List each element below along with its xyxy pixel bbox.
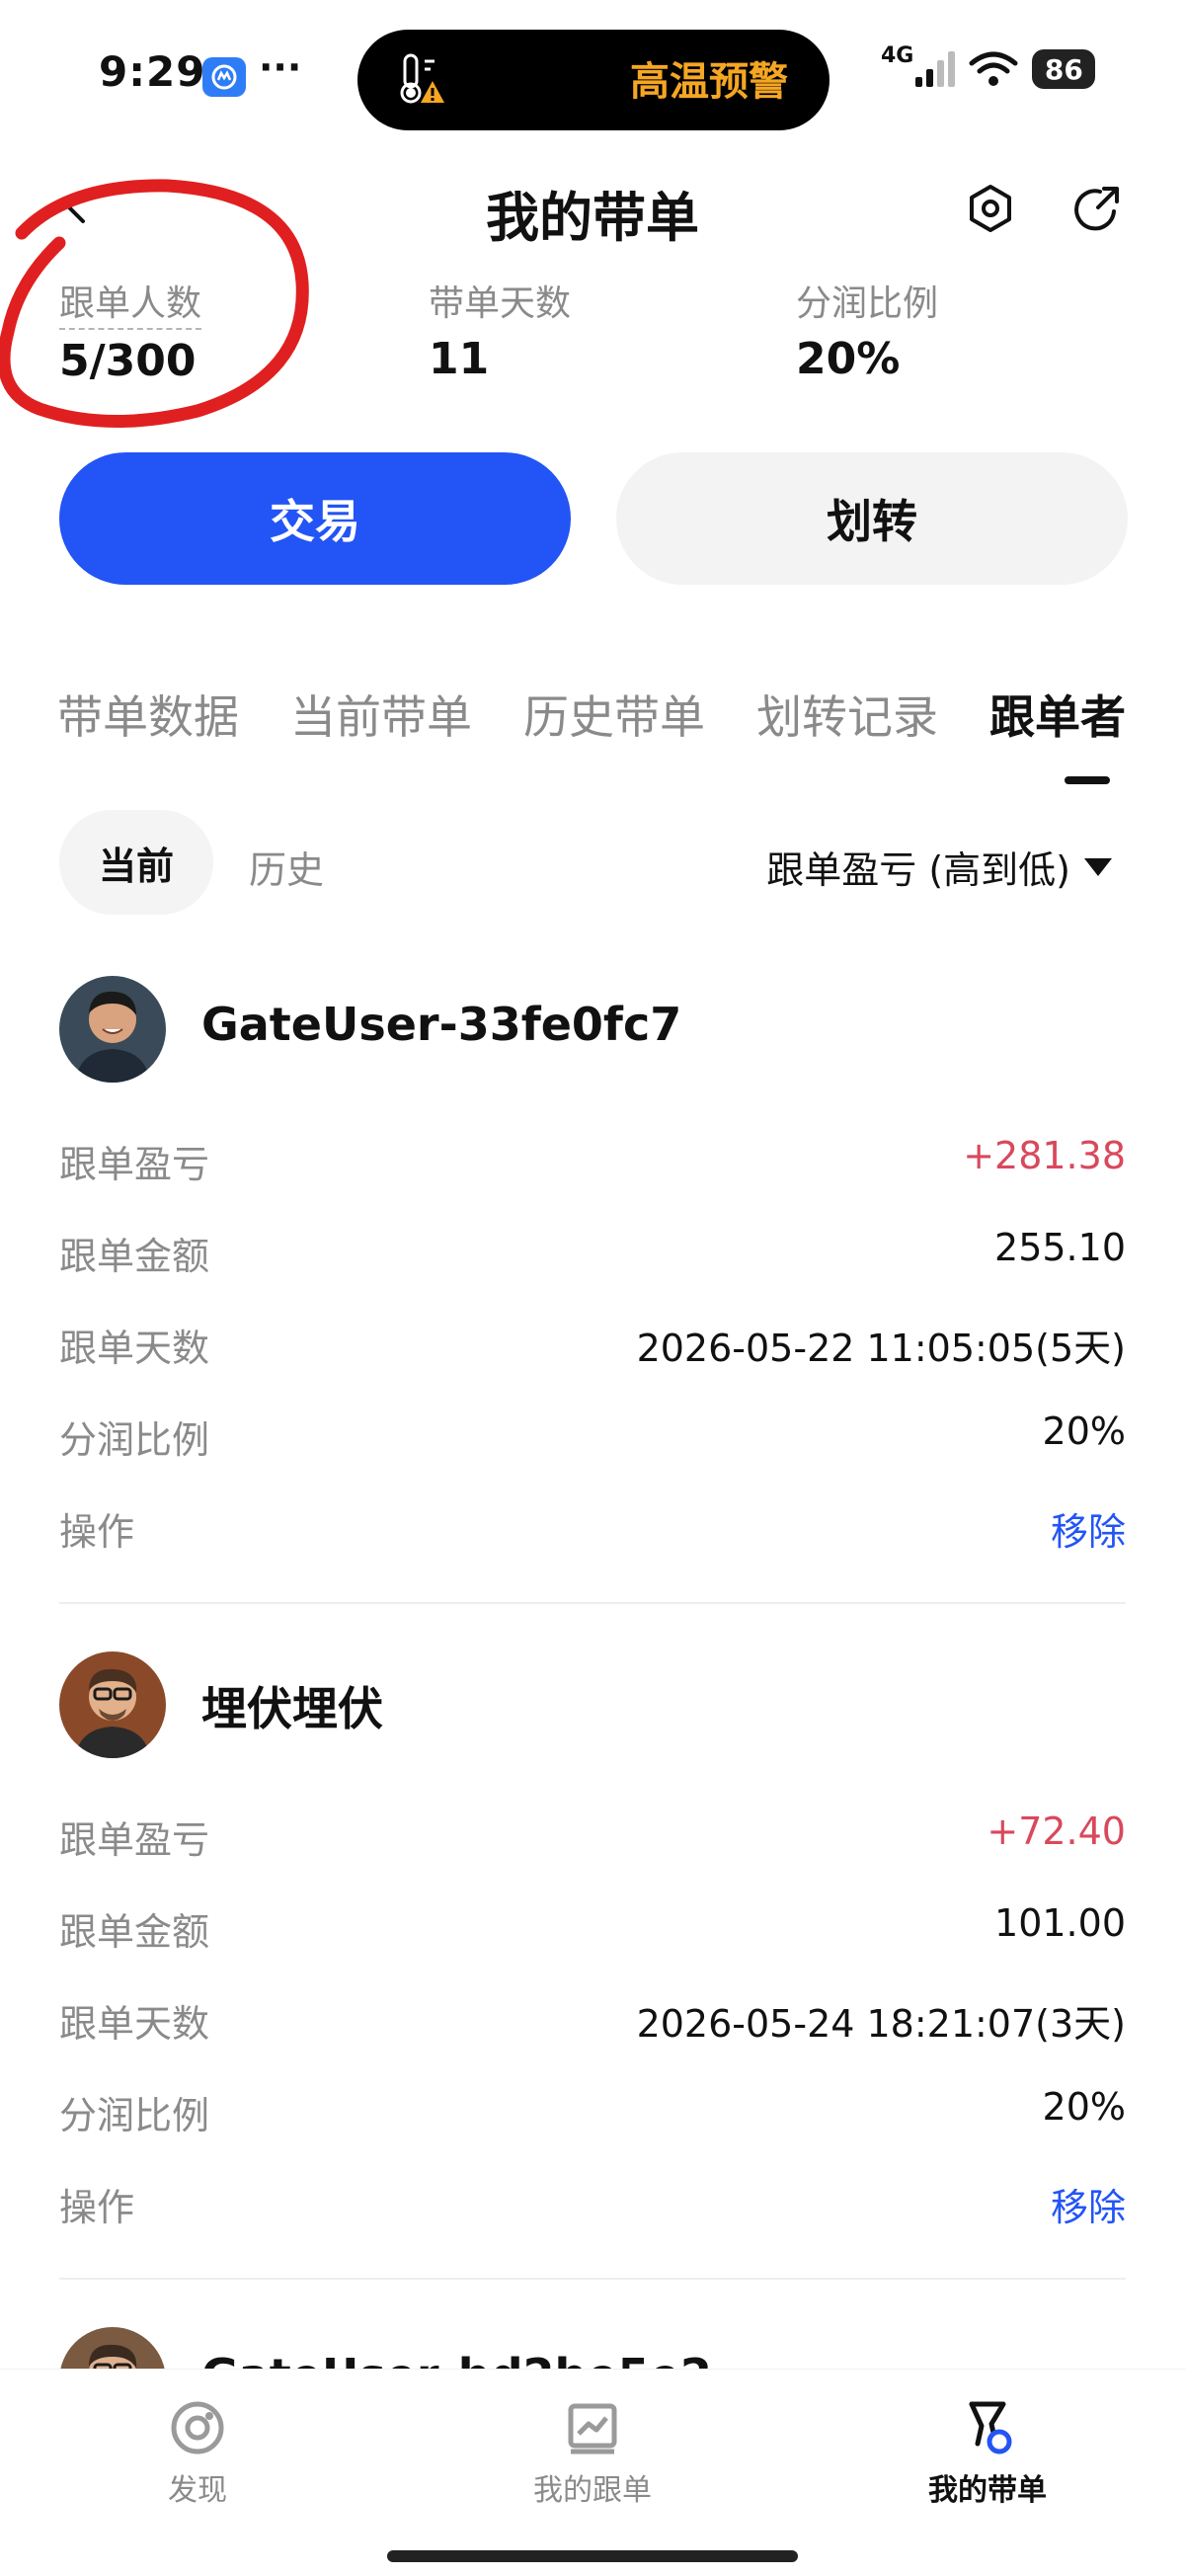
- row-label-share: 分润比例: [59, 1418, 210, 1462]
- tab-lead-data[interactable]: 带单数据: [59, 682, 239, 747]
- row-label-days: 跟单天数: [59, 1327, 210, 1370]
- row-value-pnl: +281.38: [963, 1134, 1126, 1177]
- wifi-icon: [969, 51, 1018, 86]
- status-more-dots: ···: [259, 45, 302, 89]
- sort-label: 跟单盈亏 (高到低): [766, 848, 1070, 892]
- filter-current-chip[interactable]: 当前: [59, 810, 213, 915]
- card-divider: [59, 2278, 1126, 2280]
- chart-icon: [568, 2403, 617, 2455]
- row-label-pnl: 跟单盈亏: [59, 1143, 210, 1186]
- settings-icon[interactable]: [966, 184, 1015, 233]
- active-tab-indicator: [1065, 776, 1110, 784]
- battery-indicator: 86: [1032, 49, 1096, 89]
- remove-button[interactable]: 移除: [1051, 2177, 1126, 2231]
- section-tabs: 带单数据 当前带单 历史带单 划转记录 跟单者: [59, 682, 1126, 761]
- heat-warning-text: 高温预警: [630, 59, 788, 105]
- stat-value: 20%: [796, 334, 901, 384]
- share-icon[interactable]: [1070, 184, 1122, 235]
- transfer-button[interactable]: 划转: [616, 452, 1128, 585]
- nav-label: 发现: [168, 2473, 227, 2508]
- nav-my-copy-trading[interactable]: 我的跟单: [474, 2398, 711, 2509]
- trade-button[interactable]: 交易: [59, 452, 571, 585]
- tab-transfer-record[interactable]: 划转记录: [756, 682, 938, 747]
- status-time: 9:29: [99, 47, 206, 96]
- avatar[interactable]: [59, 1651, 166, 1758]
- stat-profit-share: 分润比例 20%: [796, 275, 938, 384]
- sort-dropdown[interactable]: 跟单盈亏 (高到低): [766, 840, 1112, 894]
- follower-name: 埋伏埋伏: [201, 1682, 383, 1735]
- caret-down-icon: [1084, 857, 1112, 876]
- filter-history-chip[interactable]: 历史: [249, 840, 324, 894]
- stat-label: 分润比例: [796, 283, 939, 324]
- nav-label: 我的跟单: [533, 2473, 652, 2508]
- stat-label: 带单天数: [429, 283, 572, 324]
- row-label-share: 分润比例: [59, 2094, 210, 2137]
- row-value-amount: 255.10: [994, 1226, 1126, 1269]
- avatar[interactable]: [59, 976, 166, 1083]
- tab-history-lead[interactable]: 历史带单: [523, 682, 705, 747]
- row-value-share: 20%: [1042, 1409, 1126, 1453]
- card-divider: [59, 1602, 1126, 1604]
- nav-discover[interactable]: 发现: [79, 2398, 316, 2509]
- stat-label: 跟单人数: [59, 275, 202, 330]
- discover-icon: [171, 2401, 224, 2455]
- tab-followers[interactable]: 跟单者: [989, 682, 1126, 747]
- row-label-pnl: 跟单盈亏: [59, 1818, 210, 1862]
- nav-label: 我的带单: [928, 2473, 1047, 2508]
- row-label-amount: 跟单金额: [59, 1910, 210, 1954]
- row-label-action: 操作: [59, 2186, 135, 2229]
- stat-followers[interactable]: 跟单人数 5/300: [59, 275, 202, 386]
- home-indicator[interactable]: [387, 2550, 798, 2562]
- nav-my-lead-trading[interactable]: 我的带单: [869, 2398, 1106, 2509]
- row-label-amount: 跟单金额: [59, 1235, 210, 1278]
- row-value-pnl: +72.40: [987, 1810, 1126, 1853]
- stat-value: 11: [429, 334, 490, 384]
- tab-current-lead[interactable]: 当前带单: [290, 682, 472, 747]
- row-value-amount: 101.00: [994, 1901, 1126, 1945]
- follower-name: GateUser-33fe0fc7: [201, 998, 682, 1051]
- row-label-action: 操作: [59, 1510, 135, 1554]
- remove-button[interactable]: 移除: [1051, 1501, 1126, 1556]
- thermometer-warning-icon: [395, 51, 448, 107]
- network-type: 4G: [881, 42, 914, 68]
- cellular-signal-icon: [915, 51, 956, 87]
- row-label-days: 跟单天数: [59, 2002, 210, 2046]
- lead-trade-icon: [969, 2401, 1012, 2455]
- row-value-days: 2026-05-24 18:21:07(3天): [636, 2002, 1126, 2046]
- row-value-share: 20%: [1042, 2085, 1126, 2129]
- stat-value: 5/300: [59, 336, 197, 386]
- stat-lead-days: 带单天数 11: [429, 275, 571, 384]
- row-value-days: 2026-05-22 11:05:05(5天): [636, 1327, 1126, 1370]
- status-indicators: 4G 86: [881, 43, 1096, 89]
- app-notification-icon: [202, 57, 246, 97]
